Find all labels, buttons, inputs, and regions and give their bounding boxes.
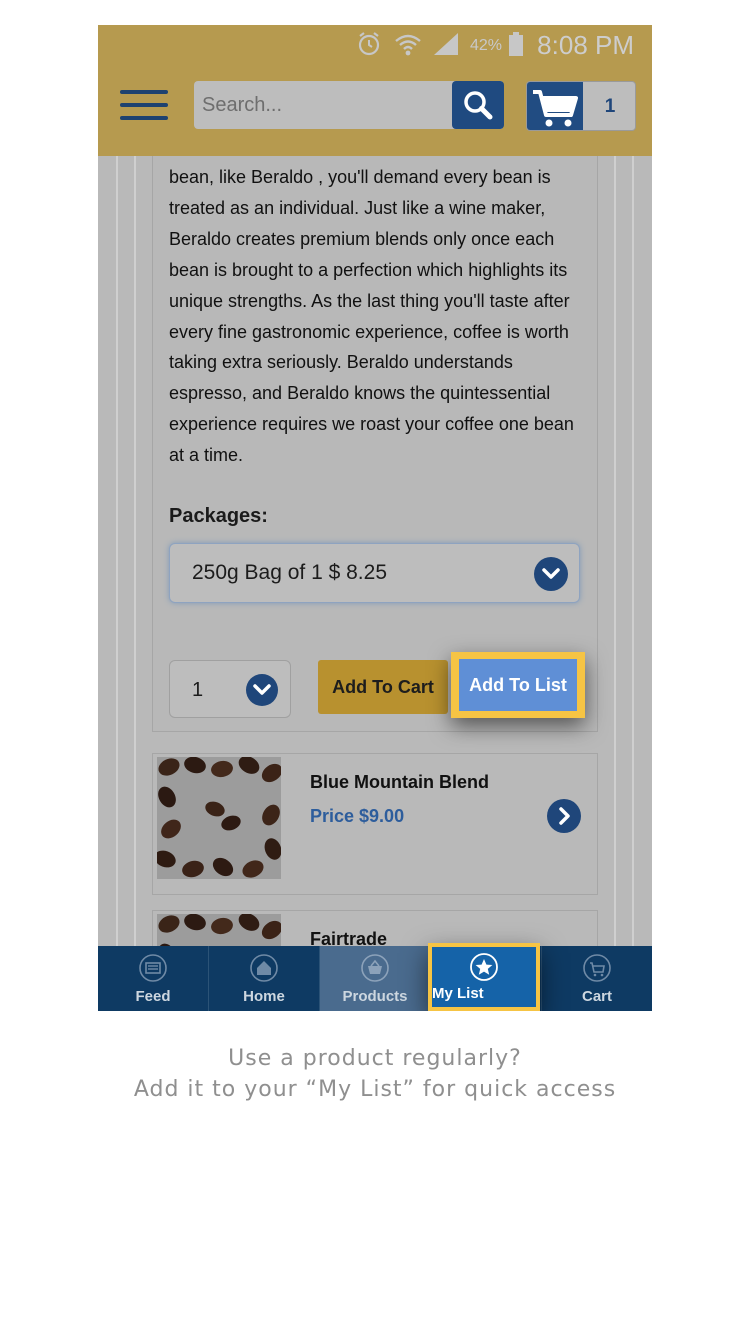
nav-label: Feed	[135, 988, 171, 1005]
search-icon	[464, 91, 493, 120]
app-header: 1	[98, 65, 652, 156]
nav-label: Cart	[581, 988, 612, 1005]
product-description: bean, like Beraldo , you'll demand every…	[169, 167, 574, 466]
quantity-value: 1	[192, 679, 204, 701]
header-cart-button[interactable]: 1	[526, 81, 636, 131]
nav-label: Products	[342, 988, 408, 1005]
alarm-icon	[358, 32, 380, 56]
cart-icon	[583, 954, 611, 982]
nav-item-products[interactable]: Products	[320, 946, 431, 1011]
caption-line-2: Add it to your “My List” for quick acces…	[133, 1077, 617, 1102]
search-input[interactable]	[202, 94, 442, 117]
cart-icon	[533, 90, 578, 127]
bottom-nav: Feed Home Products Cart	[98, 946, 652, 1011]
rail-divider	[134, 156, 136, 946]
caption-line-1: Use a product regularly?	[228, 1046, 522, 1071]
nav-item-home[interactable]: Home	[209, 946, 320, 1011]
packages-label: Packages:	[169, 505, 268, 527]
search-button[interactable]	[452, 81, 504, 129]
status-bar: 42% 8:08 PM	[98, 25, 652, 65]
phone-screen: 42% 8:08 PM Search... 1 bean, like Beral…	[98, 25, 652, 1011]
cart-count-badge: 1	[604, 96, 616, 117]
quantity-select[interactable]: 1	[169, 660, 291, 718]
wifi-icon	[395, 34, 421, 56]
battery-icon	[509, 32, 523, 56]
add-to-cart-button[interactable]: Add To Cart	[318, 660, 448, 714]
package-selected-value: 250g Bag of 1 $ 8.25	[192, 561, 387, 584]
nav-item-my-list[interactable]: My List	[428, 943, 540, 1011]
chevron-down-icon	[246, 674, 278, 706]
rail-divider	[116, 156, 118, 946]
nav-item-cart[interactable]: Cart	[542, 946, 652, 1011]
chevron-right-icon[interactable]	[547, 799, 581, 833]
product-price: Price $9.00	[310, 806, 405, 826]
signal-icon	[434, 33, 458, 55]
hamburger-icon[interactable]	[120, 90, 168, 126]
star-icon	[470, 953, 498, 981]
nav-item-feed[interactable]: Feed	[98, 946, 209, 1011]
nav-label: My List	[432, 985, 484, 1002]
feed-icon	[139, 954, 167, 982]
nav-label: Home	[243, 988, 285, 1005]
rail-divider	[614, 156, 616, 946]
product-content[interactable]: bean, like Beraldo , you'll demand every…	[98, 156, 652, 1011]
battery-percent: 42%	[470, 37, 503, 54]
product-name: Blue Mountain Blend	[310, 772, 489, 792]
caption: Use a product regularly? Add it to your …	[0, 1043, 750, 1105]
chevron-down-icon	[534, 557, 568, 591]
add-to-list-highlight: Add To List	[451, 652, 585, 718]
related-product-card[interactable]: Blue Mountain Blend Price $9.00	[152, 753, 598, 895]
basket-icon	[361, 954, 389, 982]
home-icon	[250, 954, 278, 982]
add-to-list-button[interactable]: Add To List	[459, 659, 577, 711]
product-image	[157, 757, 281, 879]
status-time: 8:08 PM	[537, 30, 634, 60]
package-select[interactable]: 250g Bag of 1 $ 8.25	[169, 543, 580, 603]
rail-divider	[632, 156, 634, 946]
